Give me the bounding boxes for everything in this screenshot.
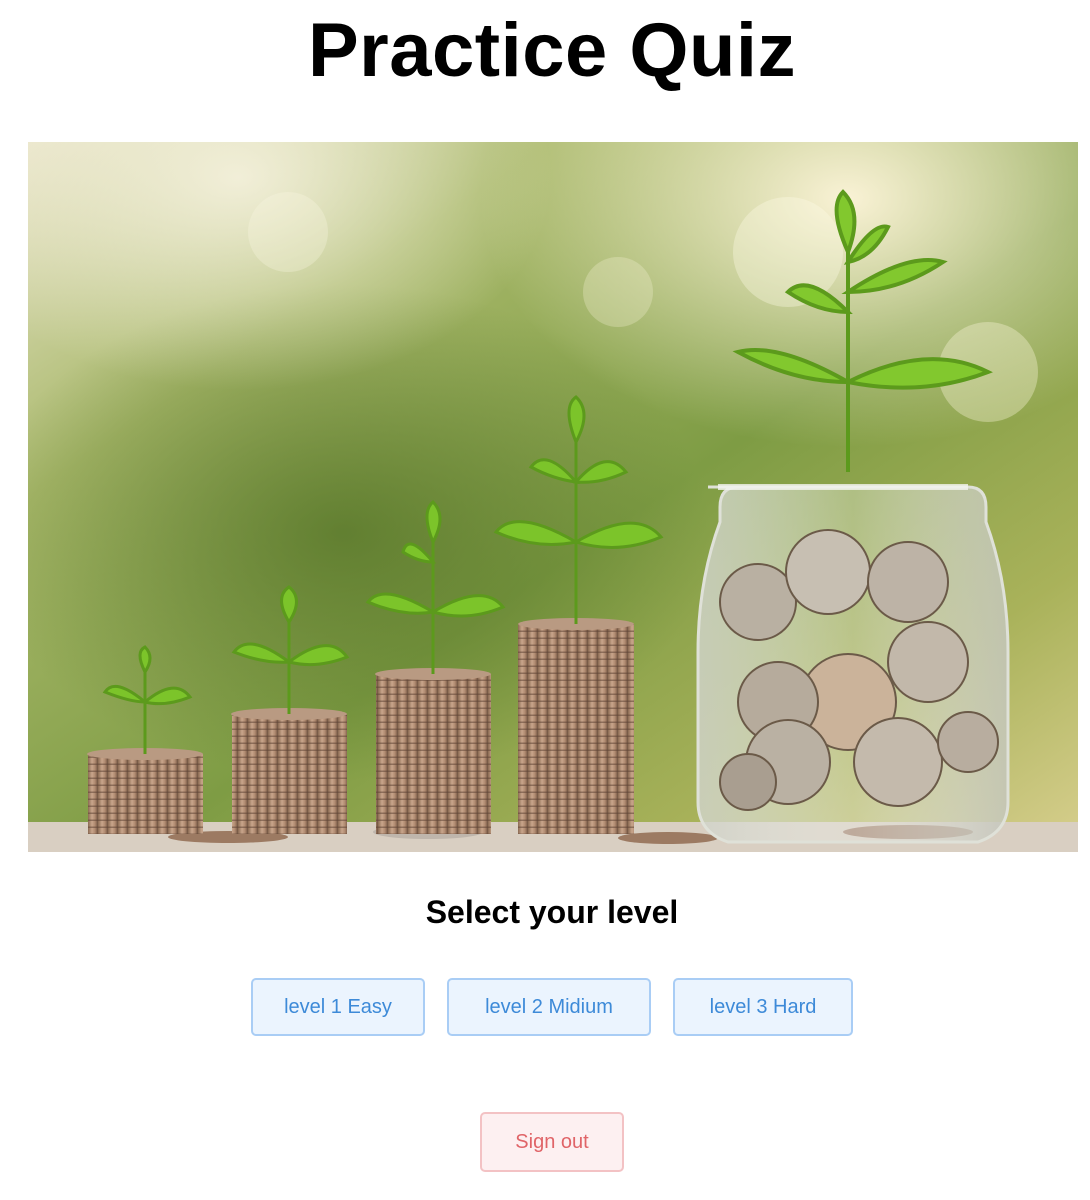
- hero-image: [28, 142, 1078, 852]
- sign-out-button[interactable]: Sign out: [480, 1112, 624, 1172]
- level-2-medium-button[interactable]: level 2 Midium: [447, 978, 651, 1036]
- page-title: Practice Quiz: [307, 8, 797, 93]
- level-button-group: level 1 Easy level 2 Midium level 3 Hard: [0, 978, 1090, 1036]
- level-3-hard-button[interactable]: level 3 Hard: [673, 978, 853, 1036]
- level-1-easy-button[interactable]: level 1 Easy: [251, 978, 425, 1036]
- level-select-heading: Select your level: [425, 894, 679, 930]
- quiz-page: Practice Quiz Select your level level 1 …: [0, 0, 1090, 1200]
